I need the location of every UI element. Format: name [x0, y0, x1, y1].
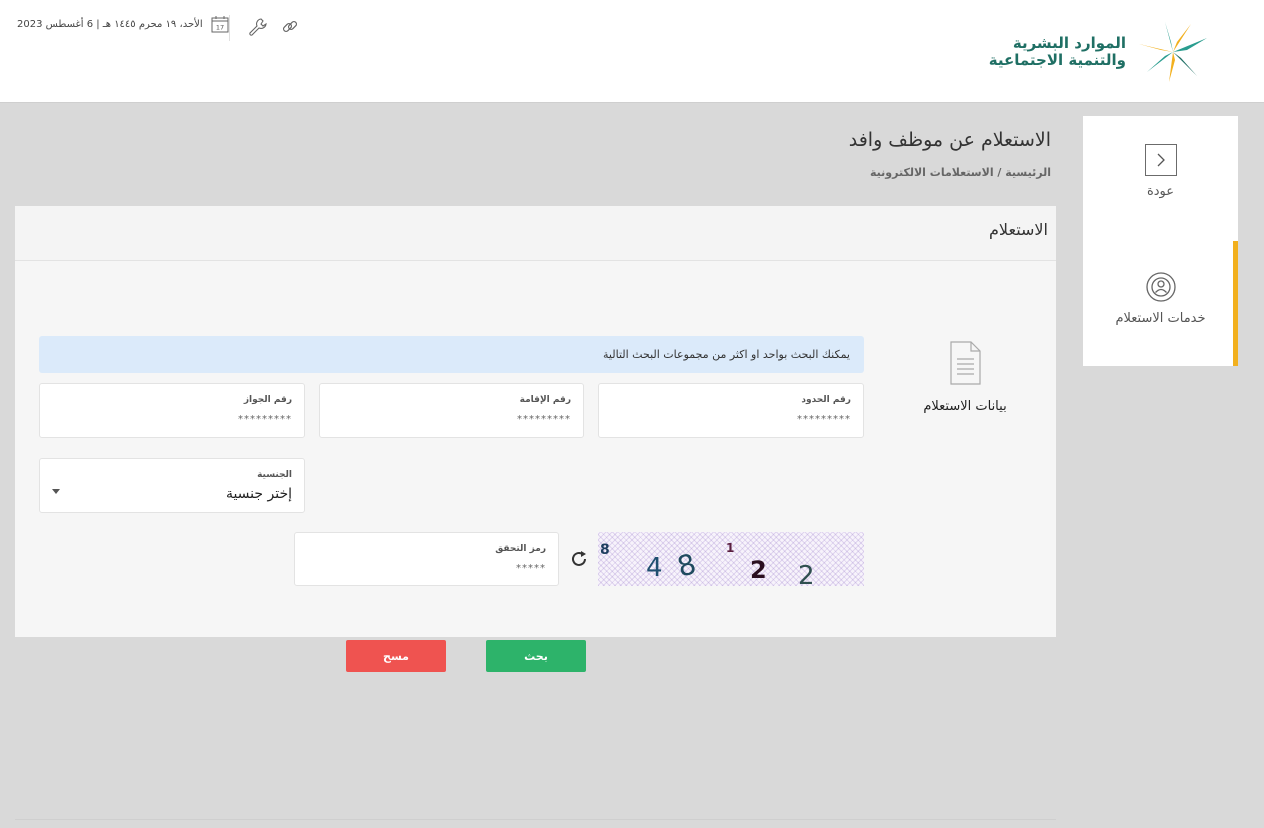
document-icon: [950, 341, 981, 385]
panel-header: الاستعلام: [15, 206, 1056, 261]
field-label: رقم الحدود: [801, 395, 851, 405]
footer-divider: [15, 819, 1056, 820]
captcha-char: 2: [750, 556, 767, 584]
info-alert: يمكنك البحث بواحد او اكثر من مجموعات الب…: [39, 336, 864, 373]
sidebar: عودة خدمات الاستعلام: [1083, 116, 1238, 366]
captcha-char: 4: [646, 553, 663, 583]
header-divider: [229, 15, 230, 41]
calendar-icon: 17: [211, 16, 229, 33]
captcha-char: 2: [798, 561, 815, 586]
field-value: *********: [238, 414, 292, 425]
field-label: رمز التحقق: [495, 544, 546, 554]
ministry-emblem-icon: [1139, 22, 1209, 82]
captcha-field[interactable]: رمز التحقق *****: [294, 532, 559, 586]
captcha-image: 8 4 8 1 2 2: [598, 532, 864, 586]
panel-title: الاستعلام: [989, 220, 1048, 239]
field-label: رقم الجواز: [243, 395, 292, 405]
border-number-field[interactable]: رقم الحدود *********: [598, 383, 864, 438]
calendar-day: 17: [216, 24, 224, 32]
inquiry-panel: الاستعلام بيانات الاستعلام يمكنك البحث ب…: [15, 206, 1056, 672]
refresh-icon[interactable]: [568, 548, 590, 570]
passport-number-field[interactable]: رقم الجواز *********: [39, 383, 305, 438]
section-label: بيانات الاستعلام: [923, 399, 1007, 414]
link-icon[interactable]: [280, 17, 300, 37]
sidebar-item-back[interactable]: عودة: [1083, 144, 1238, 199]
ministry-logo[interactable]: الموارد البشرية والتنمية الاجتماعية: [989, 20, 1212, 84]
date-text: الأحد، ١٩ محرم ١٤٤٥ هـ | 6 أغسطس 2023: [17, 18, 203, 30]
nationality-select[interactable]: الجنسية إختر جنسية: [39, 458, 305, 513]
sidebar-item-label: عودة: [1146, 184, 1175, 199]
captcha-char: 1: [726, 541, 734, 555]
info-text: يمكنك البحث بواحد او اكثر من مجموعات الب…: [603, 348, 850, 361]
top-header: 17 الأحد، ١٩ محرم ١٤٤٥ هـ | 6 أغسطس 2023…: [0, 0, 1264, 103]
wrench-icon[interactable]: [248, 17, 268, 37]
logo-line-2: والتنمية الاجتماعية: [988, 51, 1126, 69]
caret-down-icon: [52, 489, 60, 494]
chevron-right-icon: [1144, 144, 1177, 176]
field-value: *****: [516, 563, 546, 574]
active-indicator: [1233, 241, 1238, 366]
page-title: الاستعلام عن موظف وافد: [848, 129, 1051, 151]
logo-line-1: الموارد البشرية: [1012, 34, 1126, 52]
field-value: *********: [517, 414, 571, 425]
sidebar-item-inquiry-services[interactable]: خدمات الاستعلام: [1083, 271, 1238, 326]
sidebar-item-label: خدمات الاستعلام: [1115, 311, 1206, 326]
captcha-char: 8: [600, 542, 610, 558]
breadcrumb[interactable]: الرئيسية / الاستعلامات الالكترونية: [870, 166, 1051, 179]
iqama-number-field[interactable]: رقم الإقامة *********: [319, 383, 584, 438]
selected-value: إختر جنسية: [225, 486, 292, 502]
search-button[interactable]: بحث: [486, 640, 586, 672]
clear-button[interactable]: مسح: [346, 640, 446, 672]
panel-body: بيانات الاستعلام يمكنك البحث بواحد او اك…: [15, 261, 1056, 672]
field-label: رقم الإقامة: [519, 395, 571, 405]
inquiry-services-icon: [1145, 272, 1176, 302]
field-value: *********: [797, 414, 851, 425]
captcha-char: 8: [674, 547, 700, 583]
date-display: 17 الأحد، ١٩ محرم ١٤٤٥ هـ | 6 أغسطس 2023: [17, 15, 229, 33]
field-label: الجنسية: [257, 470, 292, 480]
inquiry-data-section: بيانات الاستعلام: [890, 341, 1040, 414]
